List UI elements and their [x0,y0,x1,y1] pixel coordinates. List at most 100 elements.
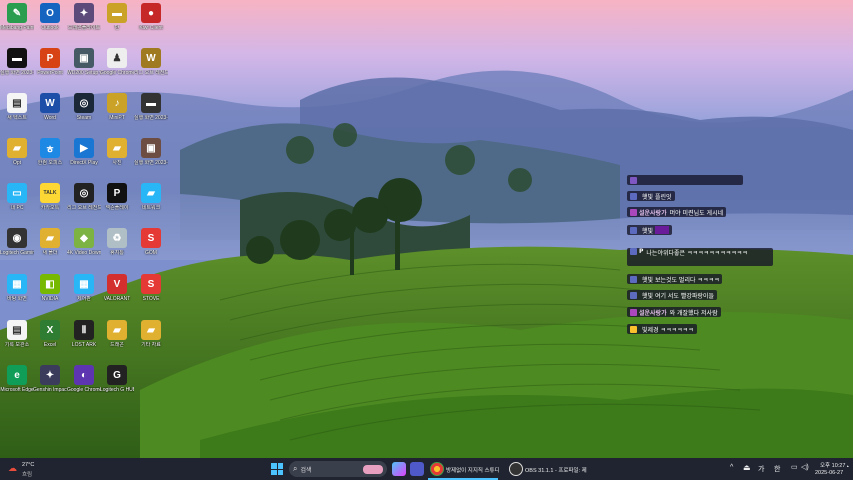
desktop-icon[interactable]: W Word [33,93,67,137]
weather-temp[interactable]: 27°C [22,462,34,468]
desktop-icon[interactable]: ◉ Logitech Gaming [0,228,34,272]
desktop-icon-label: 휴지통 [110,250,124,256]
desktop-icon[interactable]: ✦ 드래곤플라이트 [67,3,101,47]
desktop-icon[interactable]: ▰ Opt [0,138,34,182]
app-icon: ◧ [40,274,60,294]
desktop-icon-label: GOM [145,250,157,256]
desktop-icon[interactable]: ▬ 반 [100,3,134,47]
tray-drive-icon[interactable]: ⏏ [743,463,751,472]
app-icon: ▬ [107,3,127,23]
app-icon: ✦ [40,365,60,385]
desktop-icon[interactable]: ▣ 실행 화면 2023-05-... [134,138,168,182]
chat-badge-icon [630,248,637,255]
desktop-icon[interactable]: P PowerPoint [33,48,67,92]
desktop-icon[interactable]: ▬ 실행 화면 2023-05-... [0,48,34,92]
desktop-icon[interactable]: ▣ WD200 Setup v29 [67,48,101,92]
volume-icon[interactable]: ◁) [801,463,809,471]
desktop-icon-label: 새 폴더 [42,250,58,256]
desktop-icon[interactable]: ▦ 제어판 [67,274,101,318]
taskbar: ☁ 27°C 흐림 ⌕ 검색 방제없이 지지직 스튜디 OBS 31.1.1 -… [0,458,853,480]
notification-icon[interactable]: ◔ [845,464,849,471]
desktop-icon-label: Excel [43,342,57,348]
taskbar-app-obs-label[interactable]: OBS 31.1.1 - 프로파일: 제 [525,466,587,474]
desktop-icon-label: MiniPT [109,115,125,121]
desktop-icon[interactable]: ▦ 바탕 화면 [0,274,34,318]
teams-icon[interactable] [410,462,424,476]
desktop-icon-label: 기타 자료 [141,342,161,348]
start-button[interactable] [271,463,283,475]
desktop-icon-label: Google Chrome [67,387,101,393]
desktop-icon[interactable]: S GOM [134,228,168,272]
desktop-icon[interactable]: ▤ 기록 보관소 [0,320,34,364]
desktop-icon[interactable]: ▭ 내 PC [0,183,34,227]
taskbar-app-chrome-label[interactable]: 방제없이 지지직 스튜디 [446,466,500,474]
desktop-icon-label: Logitech G HUB [100,387,134,393]
desktop-icon[interactable]: ▰ 기타 자료 [134,320,168,364]
weather-icon[interactable]: ☁ [8,463,17,474]
chat-message: 햇빛 플린잇 [627,191,675,201]
chat-nickname: P [639,248,644,255]
desktop-icon[interactable]: e Microsoft Edge [0,365,34,409]
chat-nickname: 설운사랑가 [639,209,667,217]
desktop-icon-label: 드래곤 [110,342,124,348]
desktop-icon[interactable]: X Excel [33,320,67,364]
desktop-icon[interactable]: ◎ 리그 오브 레전드 제... [67,183,101,227]
tray-ime-2[interactable]: 한 [774,464,780,474]
desktop-icon[interactable]: ▶ DirectX Play [67,138,101,182]
app-icon: ♟ [107,48,127,68]
chat-text: 나는야위다좋은 ㅋㅋㅋㅋㅋㅋㅋㅋㅋㅋㅋ [646,250,748,257]
desktop-icon[interactable]: ◎ Steam [67,93,101,137]
app-icon: ▬ [141,93,161,113]
desktop-icon[interactable]: G Logitech G HUB [100,365,134,409]
obs-icon[interactable] [509,462,523,476]
desktop-icon[interactable]: ▰ 새 폴더 [33,228,67,272]
desktop-icon[interactable]: ▬ 실행 화면 2023-05-... [134,93,168,137]
chat-badge-icon [630,176,637,184]
tray-chevron-icon[interactable]: ^ [730,464,733,471]
desktop-icon[interactable]: ● Kiwi Client [134,3,168,47]
desktop-icon-label: 한컴 오피스 [37,160,63,166]
desktop-icon[interactable]: P 넥슨플레이 [100,183,134,227]
desktop-icon[interactable]: ㅎ 한컴 오피스 [33,138,67,182]
chat-text: 머야 미련님도 게시네 [669,209,724,217]
desktop-icon[interactable]: ◧ NVIDIA [33,274,67,318]
desktop-icon[interactable]: ◆ 4K Video Downloader [67,228,101,272]
clock-date[interactable]: 2025-06-27 [815,470,843,476]
chat-badge-icon [630,208,637,216]
desktop-icon[interactable]: ▰ 사진 [100,138,134,182]
desktop-icon[interactable]: Ⅱ LOST ARK [67,320,101,364]
search-box[interactable]: ⌕ 검색 [289,461,387,477]
desktop-icon[interactable]: ✎ Medibang Paint [0,3,34,47]
app-icon: S [141,274,161,294]
app-icon: ▤ [7,320,27,340]
desktop-icon[interactable]: O Outlook [33,3,67,47]
desktop-icon-label: Opt [12,160,22,166]
desktop-icon[interactable]: ◐ Google Chrome [67,365,101,409]
desktop-icon[interactable]: V VALORANT [100,274,134,318]
desktop-icon[interactable]: TALK 카카오톡 [33,183,67,227]
desktop-icon-label: Word [44,115,56,121]
desktop-icon[interactable]: S STOVE [134,274,168,318]
desktop-icon-label: WD200 Setup v29 [67,70,101,76]
chat-badge-icon [630,226,637,234]
desktop-icon[interactable]: ♻ 휴지통 [100,228,134,272]
desktop-icon-label: Logitech Gaming [0,250,34,256]
desktop-icon[interactable]: ♟ Google Chrome 게임 [100,48,134,92]
desktop-icon-label: 카카오톡 [40,205,60,211]
desktop-icon-label: 네트워크 [141,205,161,211]
desktop-icon[interactable]: ▤ 새 텍스트 [0,93,34,137]
desktop-icon[interactable]: ▰ 드래곤 [100,320,134,364]
desktop-icon[interactable]: ▰ 네트워크 [134,183,168,227]
chat-message: 햇빛 여기 서도 빨강파랑이들 [627,290,717,300]
desktop-icon[interactable]: ♪ MiniPT [100,93,134,137]
chrome-icon[interactable] [430,462,444,476]
network-icon[interactable]: ▭ [791,463,798,471]
clock-time[interactable]: 오후 10:27 [820,461,845,469]
desktop-icon[interactable]: W 리그 오브 레전드 [134,48,168,92]
app-icon: ✎ [7,3,27,23]
app-icon: P [40,48,60,68]
tray-ime-1[interactable]: 가 [758,464,764,474]
desktop-icon-label: 바탕 화면 [7,296,27,302]
desktop-icon[interactable]: ✦ Genshin Impact [33,365,67,409]
copilot-icon[interactable] [392,462,406,476]
